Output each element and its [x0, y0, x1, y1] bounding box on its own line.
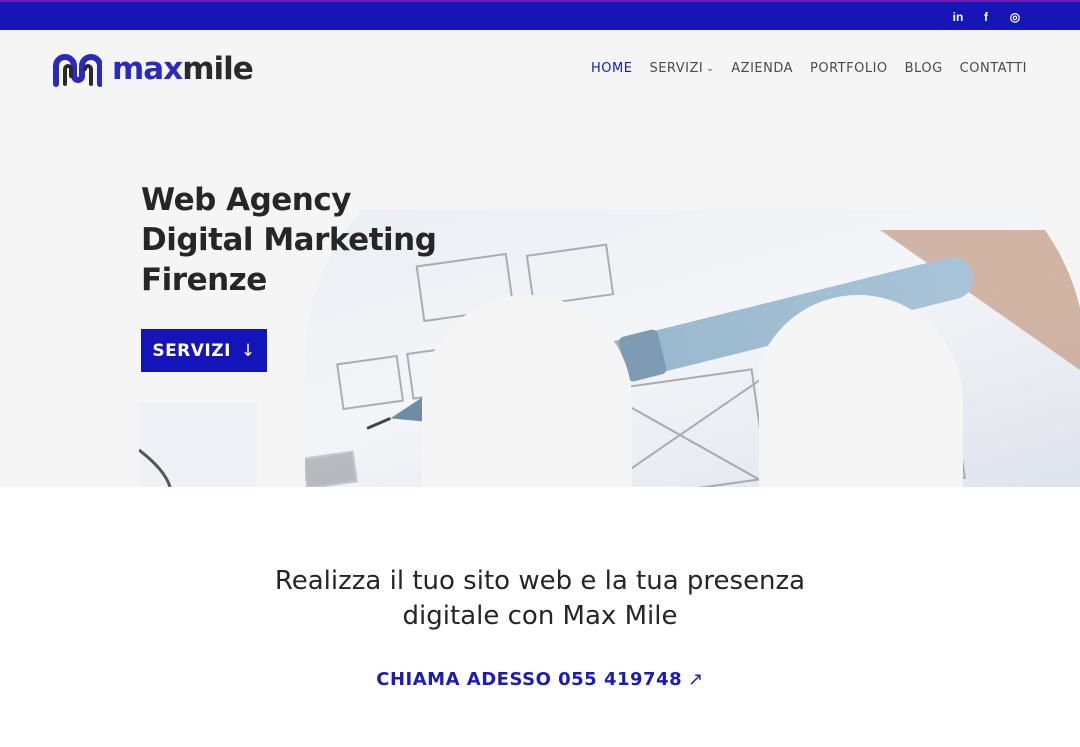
nav-blog[interactable]: BLOG [905, 61, 943, 76]
intro-section: Realizza il tuo sito web e la tua presen… [0, 487, 1080, 747]
arrow-up-right-icon: ↗ [688, 669, 704, 690]
site-header: maxmile HOME SERVIZI ⌄ AZIENDA PORTFOLIO … [0, 30, 1080, 110]
nav-home[interactable]: HOME [591, 61, 632, 76]
top-bar: in f ◎ [0, 0, 1080, 30]
intro-tagline: Realizza il tuo sito web e la tua presen… [0, 564, 1080, 634]
nav-azienda[interactable]: AZIENDA [731, 61, 793, 76]
nav-portfolio[interactable]: PORTFOLIO [810, 61, 888, 76]
tagline-line: digitale con Max Mile [402, 601, 678, 631]
chevron-down-icon: ⌄ [706, 63, 715, 74]
tagline-line: Realizza il tuo sito web e la tua presen… [274, 566, 806, 596]
arrow-down-icon: ↓ [240, 340, 256, 361]
servizi-button[interactable]: SERVIZI ↓ [141, 329, 267, 372]
nav-contatti[interactable]: CONTATTI [960, 61, 1027, 76]
hero-section: Web Agency Digital Marketing Firenze SER… [0, 110, 1080, 487]
hero-title-line: Digital Marketing [141, 222, 437, 258]
hero-title: Web Agency Digital Marketing Firenze [141, 180, 437, 300]
hero-title-line: Firenze [141, 262, 267, 298]
nav-servizi[interactable]: SERVIZI ⌄ [649, 61, 714, 76]
call-now-link[interactable]: CHIAMA ADESSO 055 419748 ↗ [0, 669, 1080, 690]
facebook-icon[interactable]: f [978, 9, 994, 25]
instagram-icon[interactable]: ◎ [1007, 9, 1023, 25]
maxmile-logo-icon [53, 54, 102, 87]
linkedin-icon[interactable]: in [950, 9, 966, 25]
call-now-label: CHIAMA ADESSO 055 419748 [376, 669, 683, 690]
main-nav: HOME SERVIZI ⌄ AZIENDA PORTFOLIO BLOG CON… [574, 61, 1027, 76]
hero-title-line: Web Agency [141, 182, 351, 218]
logo[interactable]: maxmile [52, 50, 254, 88]
logo-text: maxmile [112, 50, 254, 87]
servizi-button-label: SERVIZI [152, 340, 231, 361]
